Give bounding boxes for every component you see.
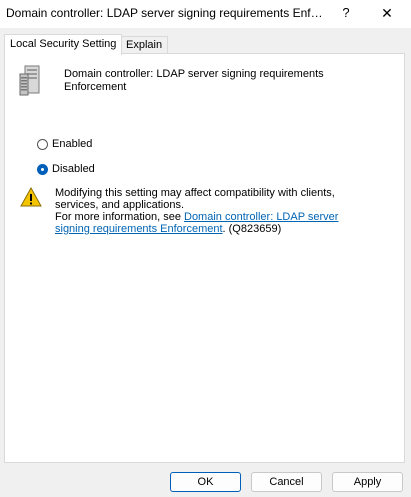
server-icon [19,65,40,96]
close-button[interactable]: ✕ [376,4,398,22]
title-bar: Domain controller: LDAP server signing r… [0,0,411,28]
more-info-prefix: For more information, see [55,211,184,223]
radio-enabled-button[interactable] [37,138,48,150]
tab-explain[interactable]: Explain [120,36,169,54]
ok-button[interactable]: OK [170,472,241,492]
radio-disabled-button[interactable] [37,163,48,175]
window-title: Domain controller: LDAP server signing r… [6,6,323,20]
warning-text: Modifying this setting may affect compat… [55,187,335,211]
more-info-suffix: . (Q823659) [222,223,282,235]
policy-title: Domain controller: LDAP server signing r… [64,68,324,93]
help-button[interactable]: ? [336,4,356,22]
radio-disabled[interactable]: Disabled [37,163,95,175]
warning-icon [20,187,42,207]
cancel-button[interactable]: Cancel [251,472,322,492]
tab-local-security-setting[interactable]: Local Security Setting [4,34,123,55]
apply-button[interactable]: Apply [332,472,403,492]
warning-message: Modifying this setting may affect compat… [55,187,375,235]
radio-enabled-label[interactable]: Enabled [52,138,92,150]
radio-enabled[interactable]: Enabled [37,138,92,150]
settings-panel: Domain controller: LDAP server signing r… [4,53,405,463]
radio-disabled-label[interactable]: Disabled [52,163,95,175]
